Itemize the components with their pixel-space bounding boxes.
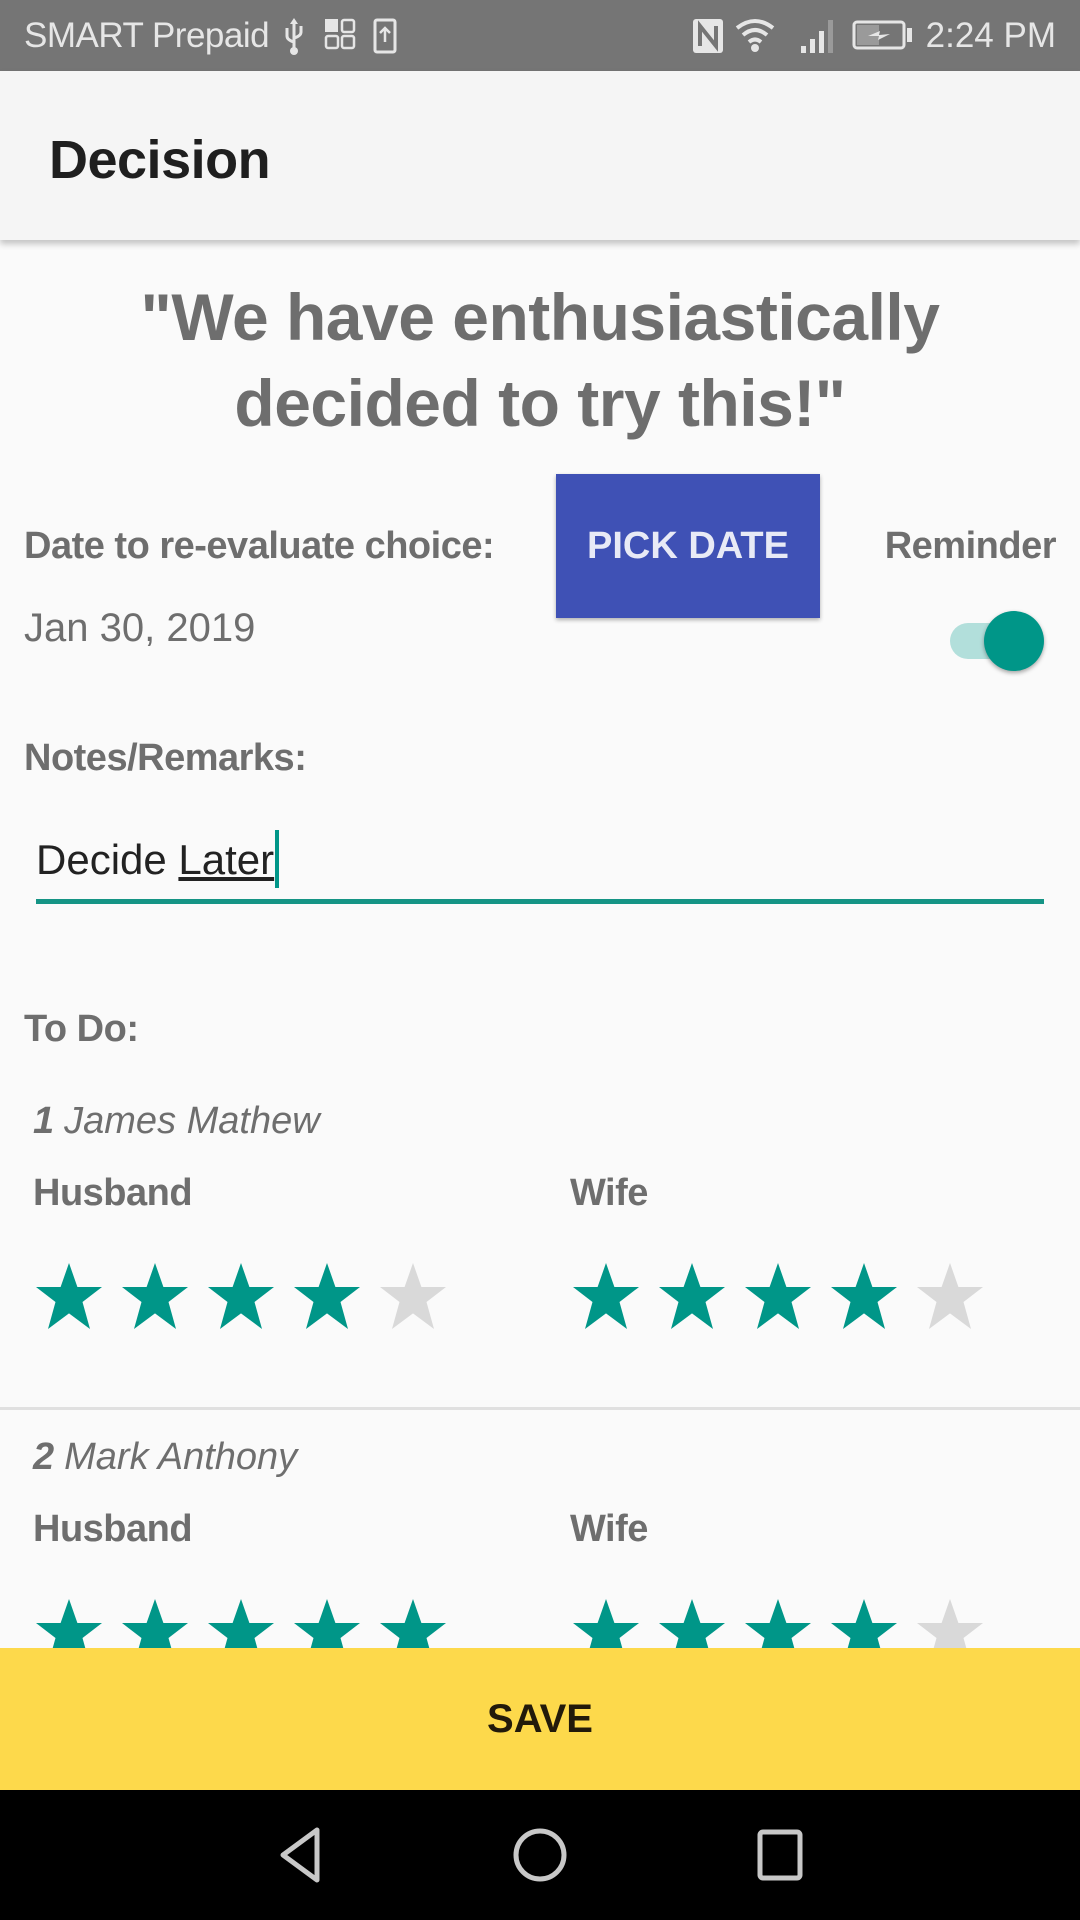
star-filled-icon[interactable] (377, 1596, 449, 1648)
todo-item-number: 1 (33, 1100, 55, 1142)
signal-icon (801, 20, 833, 53)
star-filled-icon[interactable] (119, 1596, 191, 1648)
todo-item: 2 Mark Anthony Husband Wife (0, 1436, 1080, 1648)
input-underline (36, 899, 1044, 904)
content-scroll-area[interactable]: "We have enthusiastically decided to try… (0, 240, 1080, 1648)
star-filled-icon[interactable] (33, 1260, 105, 1332)
notes-text-part: Decide (36, 836, 179, 883)
star-empty-icon[interactable] (914, 1260, 986, 1332)
page-title: Decision (49, 130, 271, 190)
star-filled-icon[interactable] (570, 1260, 642, 1332)
carrier-name: SMART Prepaid (24, 16, 270, 55)
wife-rating-bar[interactable] (570, 1596, 986, 1648)
pick-date-button[interactable]: PICK DATE (556, 474, 820, 618)
toggle-thumb (984, 611, 1044, 671)
nfc-icon (693, 19, 723, 53)
husband-label: Husband (33, 1172, 193, 1214)
wife-rating-bar[interactable] (570, 1260, 986, 1336)
text-cursor (275, 830, 280, 888)
notes-input-value: Decide Later (36, 830, 280, 888)
star-filled-icon[interactable] (828, 1596, 900, 1648)
app-bar: Decision (0, 71, 1080, 240)
notes-text-suggestion-word: Later (178, 836, 275, 883)
star-filled-icon[interactable] (742, 1596, 814, 1648)
todo-label: To Do: (24, 1008, 139, 1050)
star-filled-icon[interactable] (656, 1260, 728, 1332)
navigation-bar (0, 1790, 1080, 1920)
notes-input[interactable]: Decide Later (36, 830, 1044, 904)
notes-label: Notes/Remarks: (24, 737, 307, 779)
star-empty-icon[interactable] (377, 1260, 449, 1332)
wife-label: Wife (570, 1172, 648, 1214)
wife-label: Wife (570, 1508, 648, 1550)
app-grid-icon (324, 18, 356, 50)
reevaluate-date-label: Date to re-evaluate choice: (24, 525, 495, 567)
husband-rating-bar[interactable] (33, 1596, 449, 1648)
status-bar: SMART Prepaid 2:24 PM (0, 0, 1080, 71)
battery-charging-icon (852, 20, 912, 50)
star-filled-icon[interactable] (33, 1596, 105, 1648)
todo-item-number: 2 (33, 1436, 55, 1478)
upload-icon (373, 18, 397, 54)
todo-item-title: 1 James Mathew (33, 1100, 320, 1143)
husband-label: Husband (33, 1508, 193, 1550)
todo-item: 1 James Mathew Husband Wife (0, 1100, 1080, 1410)
clock: 2:24 PM (925, 16, 1056, 55)
star-filled-icon[interactable] (742, 1260, 814, 1332)
star-filled-icon[interactable] (656, 1596, 728, 1648)
save-button[interactable]: SAVE (0, 1648, 1080, 1790)
recents-icon[interactable] (740, 1820, 820, 1890)
decision-quote: "We have enthusiastically decided to try… (140, 280, 940, 440)
star-filled-icon[interactable] (291, 1596, 363, 1648)
usb-icon (285, 18, 303, 55)
todo-item-title: 2 Mark Anthony (33, 1436, 297, 1479)
star-filled-icon[interactable] (205, 1596, 277, 1648)
todo-item-name: Mark Anthony (64, 1436, 298, 1478)
star-filled-icon[interactable] (119, 1260, 191, 1332)
star-filled-icon[interactable] (570, 1596, 642, 1648)
reminder-toggle[interactable] (950, 610, 1046, 672)
husband-rating-bar[interactable] (33, 1260, 449, 1336)
home-icon[interactable] (500, 1820, 580, 1890)
todo-item-name: James Mathew (64, 1100, 320, 1142)
reminder-label: Reminder (884, 525, 1057, 567)
wifi-icon (735, 19, 775, 52)
star-filled-icon[interactable] (828, 1260, 900, 1332)
star-filled-icon[interactable] (291, 1260, 363, 1332)
star-filled-icon[interactable] (205, 1260, 277, 1332)
reevaluate-date-value: Jan 30, 2019 (24, 606, 256, 650)
star-empty-icon[interactable] (914, 1596, 986, 1648)
back-icon[interactable] (259, 1820, 339, 1890)
